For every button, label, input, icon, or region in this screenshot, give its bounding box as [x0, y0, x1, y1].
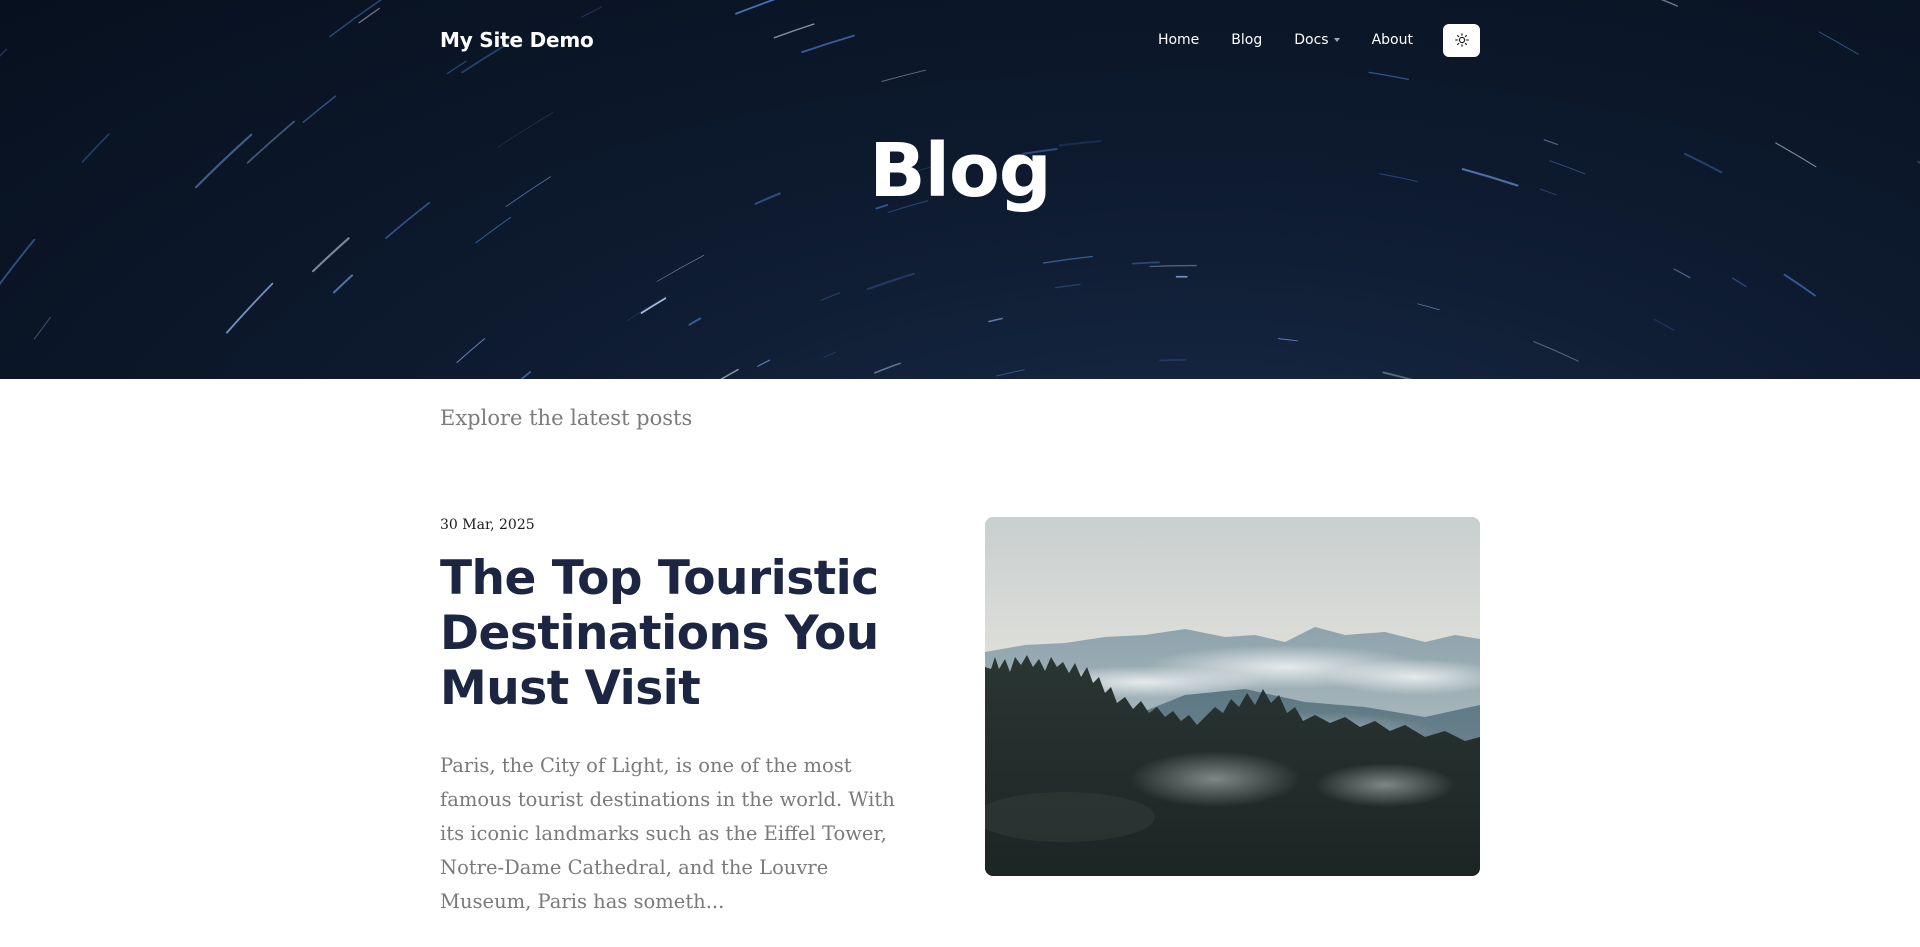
star-trail-arc: [996, 369, 1025, 377]
star-trail-arc: [688, 317, 702, 326]
star-trail-arc: [823, 351, 836, 358]
nav-item-label: Docs: [1294, 32, 1329, 48]
star-trail-arc: [1660, 0, 1679, 7]
star-trail-arc: [225, 282, 274, 334]
star-trail-arc: [1149, 264, 1197, 268]
star-trail-arc: [720, 368, 739, 379]
post-date: 30 Mar, 2025: [440, 517, 535, 533]
star-trail-arc: [581, 6, 602, 18]
chevron-down-icon: [1333, 38, 1340, 42]
star-trail-arc: [1042, 255, 1093, 264]
theme-toggle-button[interactable]: [1443, 23, 1480, 57]
star-trail-arc: [332, 274, 354, 294]
star-trail-arc: [0, 238, 36, 286]
star-trail-arc: [626, 295, 668, 321]
star-trail-arc: [735, 0, 776, 15]
nav-menu: Home Blog Docs About: [1158, 23, 1480, 57]
star-trail-arc: [656, 255, 705, 282]
star-trail-arc: [874, 362, 901, 374]
star-trail-arc: [312, 237, 350, 273]
star-trail-arc: [475, 216, 512, 244]
post-excerpt: Paris, the City of Light, is one of the …: [440, 754, 895, 913]
star-trail-arc: [1673, 268, 1691, 279]
star-trail-arc: [1653, 318, 1675, 331]
star-trail-arc: [988, 317, 1003, 323]
star-trail-arc: [820, 292, 841, 301]
nav-item-label: Home: [1157, 32, 1200, 48]
star-trail-arc: [1731, 277, 1747, 288]
star-trail-arc: [1417, 303, 1440, 311]
star-trail-arc: [329, 0, 383, 38]
star-trail-arc: [881, 69, 927, 82]
nav-item-about[interactable]: About: [1372, 32, 1413, 48]
page-title: Blog: [869, 128, 1052, 214]
top-navigation: My Site Demo Home Blog Docs About: [440, 22, 1480, 58]
star-trail-arc: [302, 95, 337, 123]
post-title-link[interactable]: The Top Touristic Destinations You Must …: [440, 551, 910, 716]
star-trail-arc: [1159, 359, 1186, 362]
nav-item-blog[interactable]: Blog: [1231, 32, 1262, 48]
star-trail-arc: [1277, 338, 1298, 342]
nav-item-docs[interactable]: Docs: [1294, 32, 1340, 48]
star-trail-arc: [1368, 71, 1410, 81]
star-trail-arc: [1818, 31, 1859, 55]
star-trail-arc: [757, 359, 771, 367]
star-trail-arc: [520, 371, 532, 379]
star-trail-arc: [1131, 261, 1160, 265]
nav-item-label: About: [1371, 32, 1413, 48]
star-trail-arc: [1054, 283, 1081, 289]
star-trail-arc: [456, 338, 486, 364]
nav-item-label: Blog: [1231, 32, 1263, 48]
site-brand-link[interactable]: My Site Demo: [440, 28, 594, 52]
star-trail-arc: [1533, 340, 1579, 362]
page-subtitle: Explore the latest posts: [440, 406, 693, 430]
star-trail-arc: [866, 272, 915, 291]
star-trail-arc: [358, 7, 381, 24]
post-thumbnail-image[interactable]: [985, 517, 1480, 876]
nav-item-home[interactable]: Home: [1158, 32, 1199, 48]
sun-icon: [1454, 33, 1469, 47]
misty-forest-mountains-image: [985, 517, 1480, 876]
star-trail-arc: [33, 316, 52, 340]
star-trail-arc: [1382, 371, 1413, 379]
star-trail-arc: [640, 297, 667, 314]
star-trail-arc: [1783, 273, 1816, 297]
star-trail-arc: [0, 48, 8, 57]
hero-banner: My Site Demo Home Blog Docs About Blog: [0, 0, 1920, 379]
